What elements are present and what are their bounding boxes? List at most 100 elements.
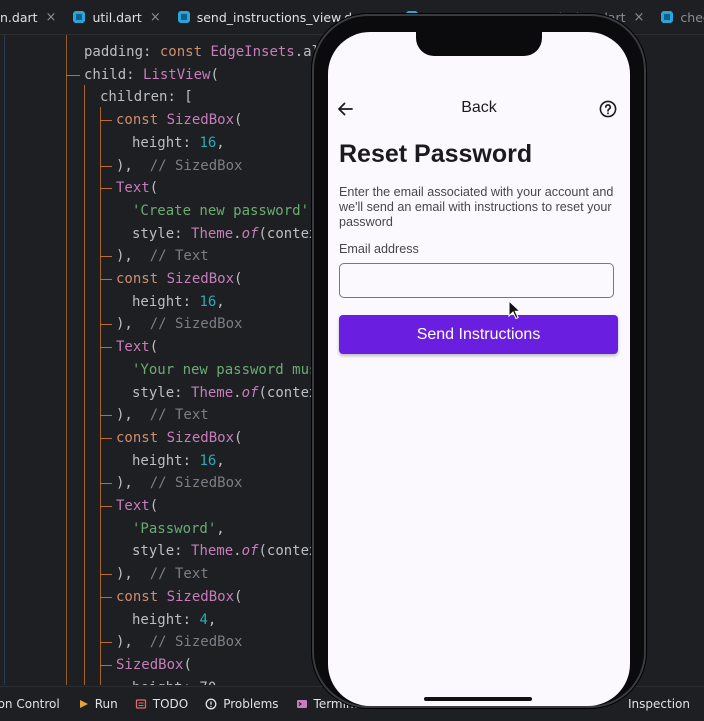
close-tab-icon[interactable]: × — [46, 10, 57, 25]
tool-window-button[interactable]: Problems — [205, 697, 279, 711]
app-bar-title: Back — [461, 99, 497, 116]
code-token: (contex — [258, 543, 318, 560]
code-token: : — [174, 225, 192, 242]
tool-label: Inspection — [628, 697, 690, 711]
dart-file-icon — [177, 11, 190, 23]
code-token: children — [100, 89, 168, 106]
code-token: ), — [116, 475, 150, 492]
code-token: : [ — [167, 89, 193, 106]
code-line: child: ListView( — [84, 64, 219, 86]
editor-tab-label: n.dart — [0, 9, 38, 25]
email-field-label: Email address — [339, 242, 419, 256]
close-tab-icon[interactable]: × — [150, 10, 161, 25]
tool-window-button[interactable]: TODO — [135, 697, 188, 711]
code-token: // SizedBox — [149, 475, 243, 492]
code-line: style: Theme.of(contex — [132, 382, 317, 404]
code-token: Text — [116, 498, 150, 514]
iphone-simulator: Back Reset Password Enter the email asso… — [312, 14, 646, 708]
code-token: : — [182, 134, 200, 151]
editor-tab[interactable]: util.dart × — [64, 0, 168, 34]
code-line: style: Theme.of(contex — [132, 223, 317, 245]
code-token: ( — [149, 339, 159, 356]
help-circle-icon[interactable] — [598, 99, 618, 119]
code-line: children: [ — [100, 86, 193, 108]
code-token: Theme — [191, 225, 234, 242]
bracket-guide — [100, 107, 101, 685]
run-icon — [79, 700, 88, 708]
close-tab-icon[interactable]: × — [634, 10, 645, 25]
todo-icon — [135, 699, 146, 709]
tool-inspection[interactable]: Inspection — [628, 697, 690, 711]
code-token: , — [216, 134, 225, 151]
editor-tab-label: check_email_view.dart — [680, 9, 704, 25]
code-token: // Text — [149, 566, 209, 583]
code-token: style — [132, 384, 175, 401]
code-token: const — [116, 271, 167, 287]
code-token: // SizedBox — [149, 634, 243, 651]
dart-file-icon — [661, 11, 674, 23]
code-line: Text( — [116, 177, 158, 199]
code-line: ), // SizedBox — [116, 631, 242, 653]
code-token: ( — [234, 112, 243, 129]
email-field[interactable] — [339, 263, 614, 298]
code-line: const SizedBox( — [116, 586, 242, 608]
code-token: Text — [116, 339, 150, 356]
code-token: SizedBox — [166, 112, 235, 129]
code-line: SizedBox( — [116, 654, 192, 676]
editor-tab[interactable]: check_email_view.dart× — [652, 0, 704, 34]
code-token: ), — [116, 157, 150, 174]
editor-tab-label: util.dart — [92, 9, 142, 25]
code-line: Text( — [116, 495, 158, 517]
code-token: child — [84, 66, 127, 83]
code-line: 'Password', — [132, 518, 225, 540]
code-token: const — [116, 588, 167, 605]
tool-window-button[interactable]: Run — [77, 697, 118, 711]
code-line: 'Create new password', — [132, 200, 317, 222]
code-token: height — [132, 134, 183, 151]
code-token: // Text — [149, 248, 209, 265]
code-line: const SizedBox( — [116, 109, 242, 131]
code-token: const — [116, 112, 167, 129]
bracket-connector — [100, 437, 112, 439]
code-token: style — [132, 543, 175, 560]
code-token: (contex — [258, 384, 318, 401]
code-line: ), // Text — [116, 563, 209, 585]
code-line: ), // SizedBox — [116, 155, 242, 177]
bracket-guide — [84, 85, 85, 685]
editor-tab[interactable]: n.dart × — [0, 0, 64, 34]
code-token: : — [182, 452, 200, 469]
app-screen: Back Reset Password Enter the email asso… — [328, 32, 630, 706]
code-token: ), — [116, 566, 150, 583]
code-token: ( — [234, 271, 243, 287]
code-token: : — [174, 543, 192, 560]
code-token: : — [182, 293, 200, 310]
bracket-connector — [100, 415, 112, 417]
code-token: : — [182, 611, 200, 628]
bracket-connector — [66, 74, 80, 76]
code-token: : — [143, 44, 160, 60]
code-token: height — [132, 452, 183, 469]
code-line: height: 16, — [132, 132, 225, 154]
code-token: : — [174, 384, 192, 401]
code-token: SizedBox — [166, 588, 235, 605]
code-token: height — [132, 293, 183, 310]
code-line: height: 16, — [132, 450, 225, 472]
send-instructions-button[interactable]: Send Instructions — [339, 315, 618, 354]
code-token: . — [233, 543, 242, 560]
bracket-connector — [100, 664, 112, 666]
code-token: . — [233, 225, 242, 242]
code-token: (contex — [258, 225, 318, 242]
code-token: 16 — [199, 134, 217, 151]
code-token: Theme — [191, 384, 234, 401]
tool-window-button[interactable]: sion Control — [0, 697, 60, 711]
app-bar: Back — [328, 90, 630, 130]
code-token: ), — [116, 248, 150, 265]
code-token: ), — [116, 316, 150, 333]
code-token: 'Password' — [132, 520, 217, 537]
code-token: . — [233, 384, 242, 401]
code-token: of — [241, 384, 259, 401]
code-token: ( — [183, 656, 192, 673]
phone-notch — [416, 32, 542, 56]
code-token: const — [159, 44, 211, 60]
home-indicator — [424, 697, 532, 701]
